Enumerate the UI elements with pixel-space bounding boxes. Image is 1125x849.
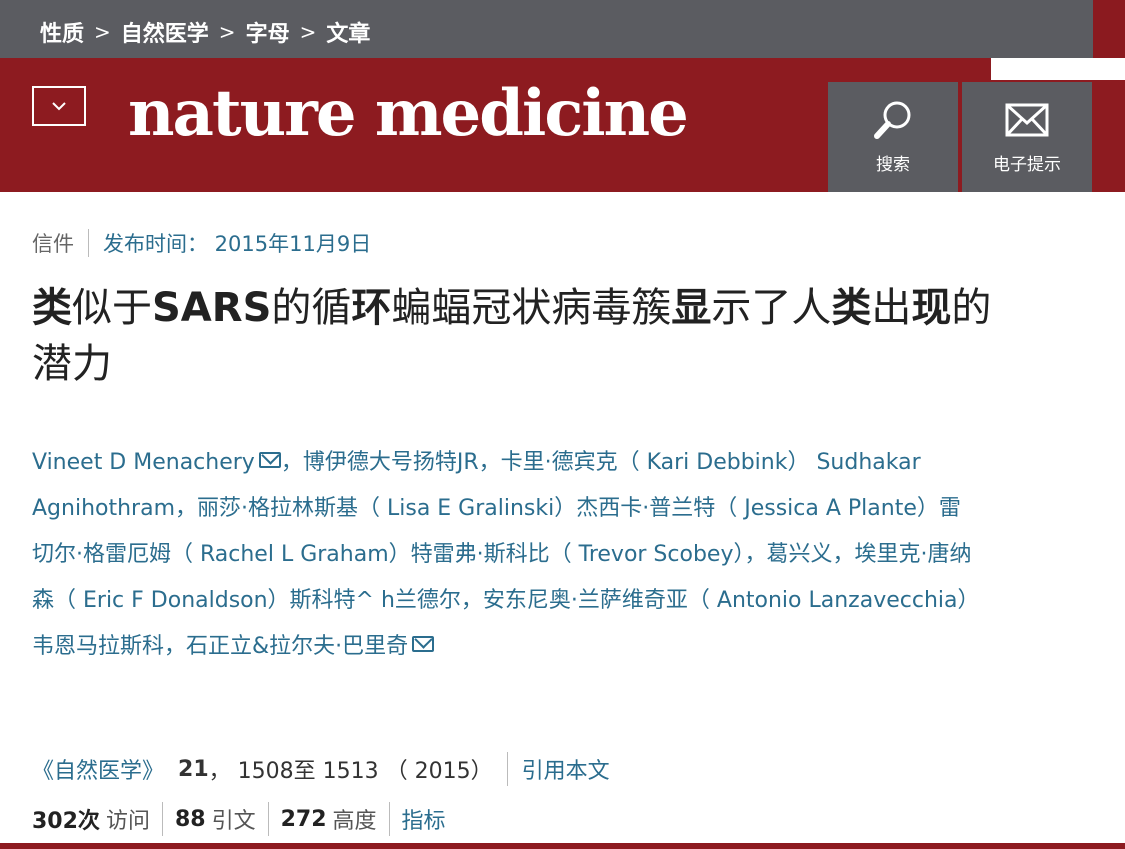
title-part: 似于: [72, 285, 152, 331]
title-part: 显: [671, 285, 712, 331]
header-corner: [991, 58, 1125, 80]
top-bar-accent: [1093, 0, 1125, 58]
article-type: 信件: [32, 232, 74, 256]
breadcrumb-separator: >: [218, 20, 236, 44]
email-alerts-label: 电子提示: [993, 155, 1061, 175]
citation-divider: [506, 752, 508, 786]
title-part: 示了人: [711, 285, 832, 331]
meta-divider: [88, 229, 89, 257]
publish-date: 发布时间： 2015年11月9日: [103, 232, 372, 256]
chevron-down-icon: [52, 102, 66, 111]
top-bar: 性质 > 自然医学 > 字母 > 文章: [0, 0, 1125, 58]
title-part: SARS: [152, 285, 272, 331]
accesses-count: 302次: [32, 809, 100, 834]
breadcrumb-item-nature[interactable]: 性质: [40, 16, 84, 48]
breadcrumb: 性质 > 自然医学 > 字母 > 文章: [40, 16, 370, 48]
breadcrumb-separator: >: [94, 20, 111, 44]
cite-article-link[interactable]: 引用本文: [522, 753, 610, 785]
title-part: 蝙蝠冠状病毒簇: [391, 285, 672, 331]
article-title: 类似于SARS的循环蝙蝠冠状病毒簇显示了人类出现的潜力: [32, 280, 992, 392]
journal-link[interactable]: 《自然医学》: [32, 753, 164, 785]
author-list: Vineet D Menachery ，博伊德大号扬特JR，卡里·德宾克（ Kar…: [32, 440, 982, 670]
title-part: 出: [871, 285, 912, 331]
citations-label: 引文: [211, 809, 256, 834]
metrics-divider: [388, 802, 390, 836]
envelope-icon: [1005, 103, 1049, 137]
metrics-link[interactable]: 指标: [402, 803, 446, 835]
author-names[interactable]: ，博伊德大号扬特JR，卡里·德宾克（ Kari Debbink） Sudhaka…: [32, 450, 980, 659]
site-header: nature medicine 搜索 电子提示: [0, 58, 1125, 192]
volume-number: 21: [178, 756, 209, 782]
altmetric-count: 272: [280, 806, 327, 832]
title-part: 现: [911, 285, 952, 331]
mail-icon[interactable]: [412, 636, 435, 652]
search-button[interactable]: 搜索: [828, 82, 958, 192]
altmetric-label: 高度: [332, 809, 377, 834]
article-metrics: 302次 访问 88 引文 272 高度 指标: [32, 802, 446, 836]
breadcrumb-item-letters[interactable]: 字母: [246, 16, 290, 48]
mail-icon[interactable]: [258, 452, 281, 468]
citation-line: 《自然医学》 21 ， 1508至 1513 （ 2015） 引用本文: [32, 752, 610, 786]
title-part: 环: [351, 285, 392, 331]
menu-toggle-button[interactable]: [32, 86, 86, 126]
breadcrumb-separator: >: [299, 20, 317, 44]
article-meta: 信件 发布时间： 2015年11月9日: [32, 228, 371, 258]
breadcrumb-item-journal[interactable]: 自然医学: [121, 16, 209, 48]
email-alerts-button[interactable]: 电子提示: [962, 82, 1092, 192]
citations-count: 88: [174, 806, 206, 832]
metrics-divider: [267, 802, 269, 836]
page-range: ， 1508至 1513 （ 2015）: [208, 759, 493, 784]
author-corresponding-first[interactable]: Vineet D Menachery: [32, 450, 255, 475]
journal-logo[interactable]: nature medicine: [128, 82, 689, 146]
title-part: 类: [831, 285, 872, 331]
search-label: 搜索: [876, 155, 910, 175]
title-part: 类: [32, 285, 72, 331]
breadcrumb-item-article: 文章: [326, 22, 371, 47]
metrics-divider: [161, 802, 163, 836]
title-part: 的循: [271, 285, 352, 331]
search-icon: [874, 101, 911, 139]
accesses-label: 访问: [105, 809, 150, 834]
bottom-accent-bar: [0, 843, 1125, 849]
